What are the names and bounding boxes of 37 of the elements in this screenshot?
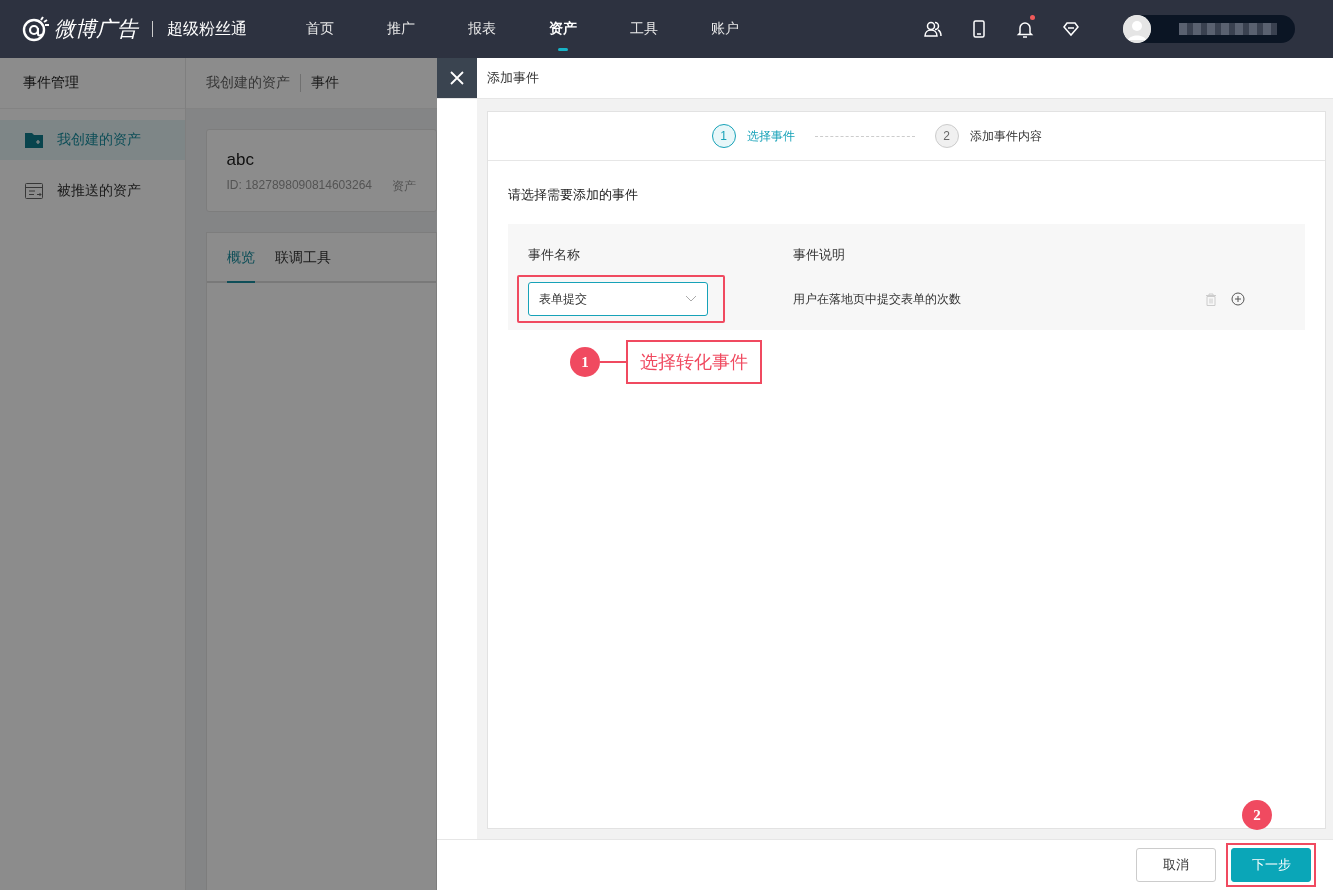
prompt-text: 请选择需要添加的事件 [508,186,639,204]
annotation-badge: 1 [570,347,600,377]
column-header: 事件说明 [793,246,846,264]
close-button[interactable] [437,58,477,98]
asset-name: abc [226,150,255,170]
nav-item[interactable]: 资产 [522,0,603,58]
close-icon [449,70,465,86]
step: 2 添加事件内容 [934,124,1042,148]
nav-item[interactable]: 首页 [279,0,360,58]
diamond-icon[interactable] [1061,19,1081,39]
logo-text: 微博广告 [54,16,138,42]
cancel-button[interactable]: 取消 [1136,848,1216,882]
add-icon[interactable] [1231,292,1245,306]
nav-item[interactable]: 账户 [684,0,765,58]
asset-id: ID: 1827898090814603264 [226,178,372,194]
logo-icon [22,16,50,42]
avatar-icon [1123,15,1151,43]
breadcrumb-item: 我创建的资产 [205,74,301,92]
tab[interactable]: 联调工具 [274,233,331,283]
breadcrumb-item: 事件 [310,74,339,92]
folder-icon [24,130,44,150]
nav-item[interactable]: 工具 [603,0,684,58]
nav-item[interactable]: 推广 [360,0,441,58]
event-select[interactable]: 表单提交 [528,282,708,316]
event-description: 用户在落地页中提交表单的次数 [793,290,962,308]
drawer-title: 添加事件 [486,69,539,87]
annotation-text: 选择转化事件 [626,340,762,384]
list-icon [24,181,44,201]
users-icon[interactable] [923,19,943,39]
column-header: 事件名称 [528,246,581,264]
caret-icon [685,295,697,303]
nav-item[interactable]: 报表 [441,0,522,58]
sidebar-title: 事件管理 [0,58,185,109]
step: 1 选择事件 [711,124,795,148]
user-menu[interactable] [1123,15,1295,43]
sidebar-item[interactable]: 被推送的资产 [0,171,185,211]
product-name: 超级粉丝通 [167,18,247,39]
